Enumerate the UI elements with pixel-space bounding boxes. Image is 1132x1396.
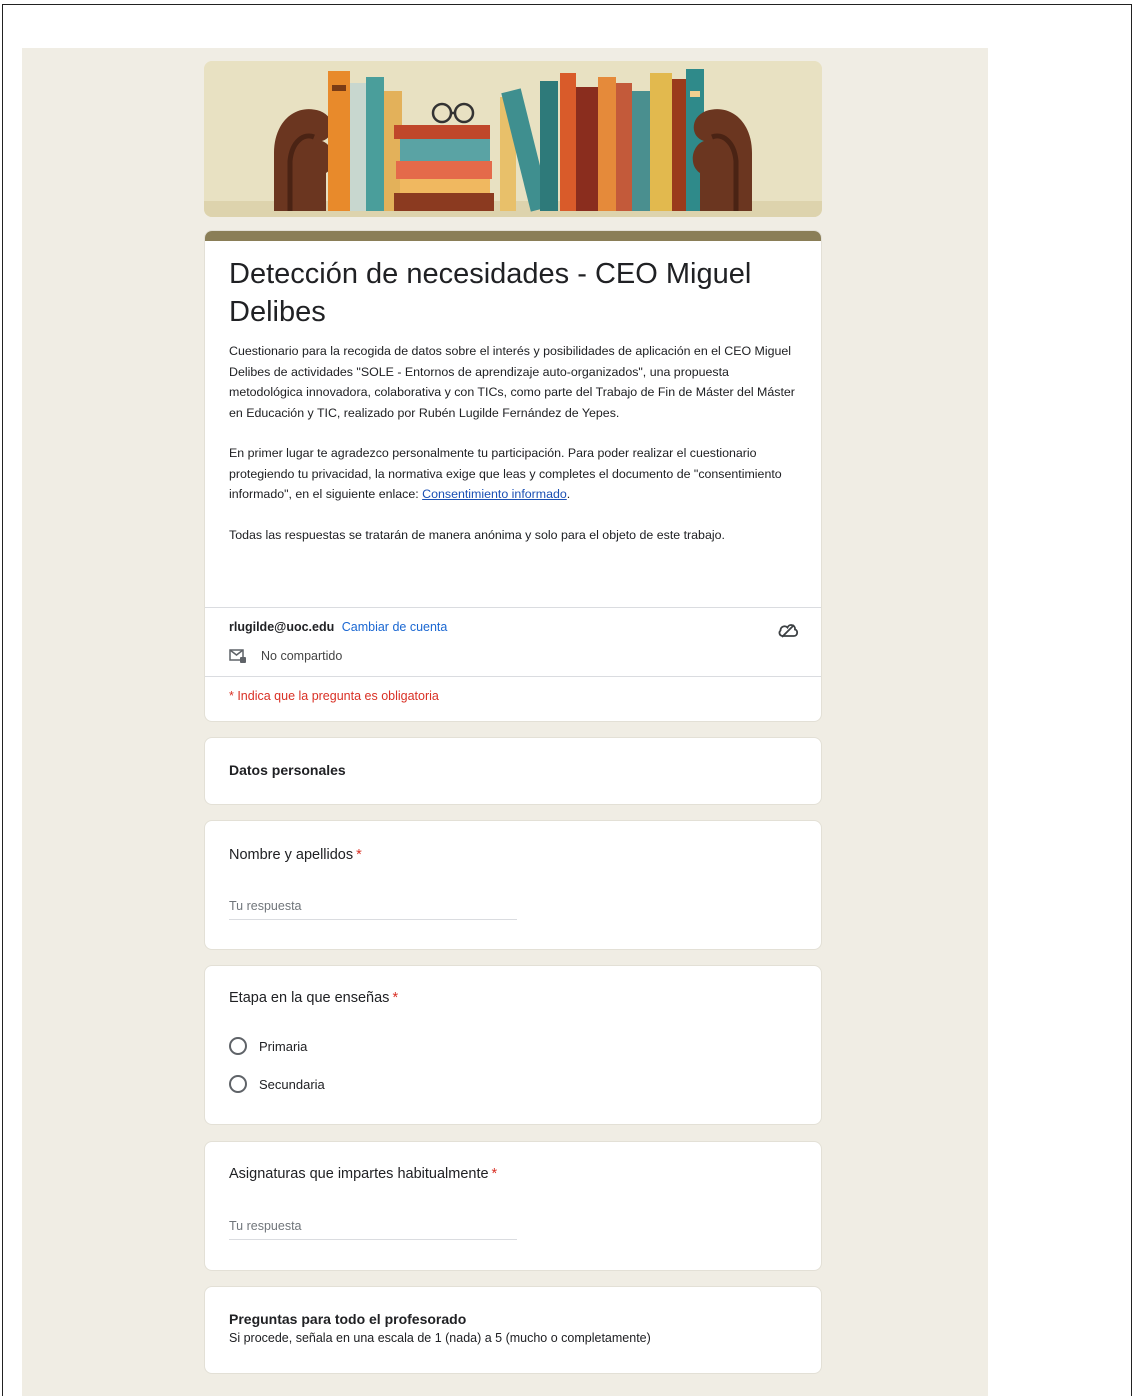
name-input[interactable]: Tu respuesta bbox=[229, 899, 517, 920]
required-indicator-note: * Indica que la pregunta es obligatoria bbox=[229, 689, 439, 703]
description-paragraph-2-end: . bbox=[566, 487, 571, 501]
required-asterisk: * bbox=[356, 847, 362, 863]
header-banner-image bbox=[204, 61, 822, 217]
sharing-status-label: No compartido bbox=[261, 649, 343, 663]
subjects-input[interactable]: Tu respuesta bbox=[229, 1219, 517, 1240]
radio-label: Secundaria bbox=[259, 1076, 325, 1092]
mail-lock-icon bbox=[229, 649, 246, 663]
account-info: rlugilde@uoc.edu Cambiar de cuenta bbox=[229, 620, 447, 634]
account-bar: rlugilde@uoc.edu Cambiar de cuenta No co… bbox=[205, 607, 821, 677]
account-email: rlugilde@uoc.edu bbox=[229, 620, 335, 634]
theme-color-bar bbox=[205, 231, 821, 241]
radio-option-secundaria[interactable]: Secundaria bbox=[229, 1072, 325, 1096]
form-description: Cuestionario para la recogida de datos s… bbox=[205, 331, 821, 545]
radio-option-primaria[interactable]: Primaria bbox=[229, 1034, 325, 1058]
required-asterisk: * bbox=[491, 1166, 498, 1182]
question-stage: Etapa en la que enseñas * Primaria Secund… bbox=[204, 965, 822, 1125]
question-name: Nombre y apellidos * Tu respuesta bbox=[204, 820, 822, 950]
form-title: Detección de necesidades - CEO Miguel De… bbox=[229, 258, 752, 328]
section-subtitle: Si procede, señala en una escala de 1 (n… bbox=[229, 1331, 651, 1345]
description-paragraph-3: Todas las respuestas se tratarán de mane… bbox=[229, 527, 725, 542]
switch-account-link[interactable]: Cambiar de cuenta bbox=[342, 620, 448, 634]
description-paragraph-2: En primer lugar te agradezco personalmen… bbox=[229, 443, 797, 505]
section-header: Preguntas para todo el profesorado Si pr… bbox=[229, 1311, 651, 1345]
section-all-teachers: Preguntas para todo el profesorado Si pr… bbox=[204, 1286, 822, 1374]
section-title: Datos personales bbox=[229, 762, 346, 778]
consent-link[interactable]: Consentimiento informado bbox=[422, 487, 567, 501]
radio-label: Primaria bbox=[259, 1038, 308, 1054]
radio-button[interactable] bbox=[229, 1075, 247, 1093]
cloud-icon[interactable] bbox=[777, 620, 799, 640]
description-paragraph-1: Cuestionario para la recogida de datos s… bbox=[229, 344, 795, 420]
section-title: Preguntas para todo el profesorado bbox=[229, 1311, 467, 1327]
question-title-text: Nombre y apellidos bbox=[229, 847, 354, 863]
question-title: Etapa en la que enseñas * bbox=[229, 990, 398, 1006]
required-asterisk: * bbox=[392, 990, 399, 1006]
sharing-status: No compartido bbox=[229, 648, 342, 664]
form-header-card: Detección de necesidades - CEO Miguel De… bbox=[204, 230, 822, 722]
radio-button[interactable] bbox=[229, 1037, 247, 1055]
question-subjects: Asignaturas que impartes habitualmente * … bbox=[204, 1141, 822, 1271]
question-title-text: Asignaturas que impartes habitualmente bbox=[229, 1166, 489, 1182]
question-title-text: Etapa en la que enseñas bbox=[229, 990, 390, 1006]
question-title: Asignaturas que impartes habitualmente * bbox=[229, 1166, 497, 1182]
question-title: Nombre y apellidos * bbox=[229, 847, 362, 863]
radio-group-stage: Primaria Secundaria bbox=[229, 1034, 325, 1096]
section-personal-data: Datos personales bbox=[204, 737, 822, 805]
